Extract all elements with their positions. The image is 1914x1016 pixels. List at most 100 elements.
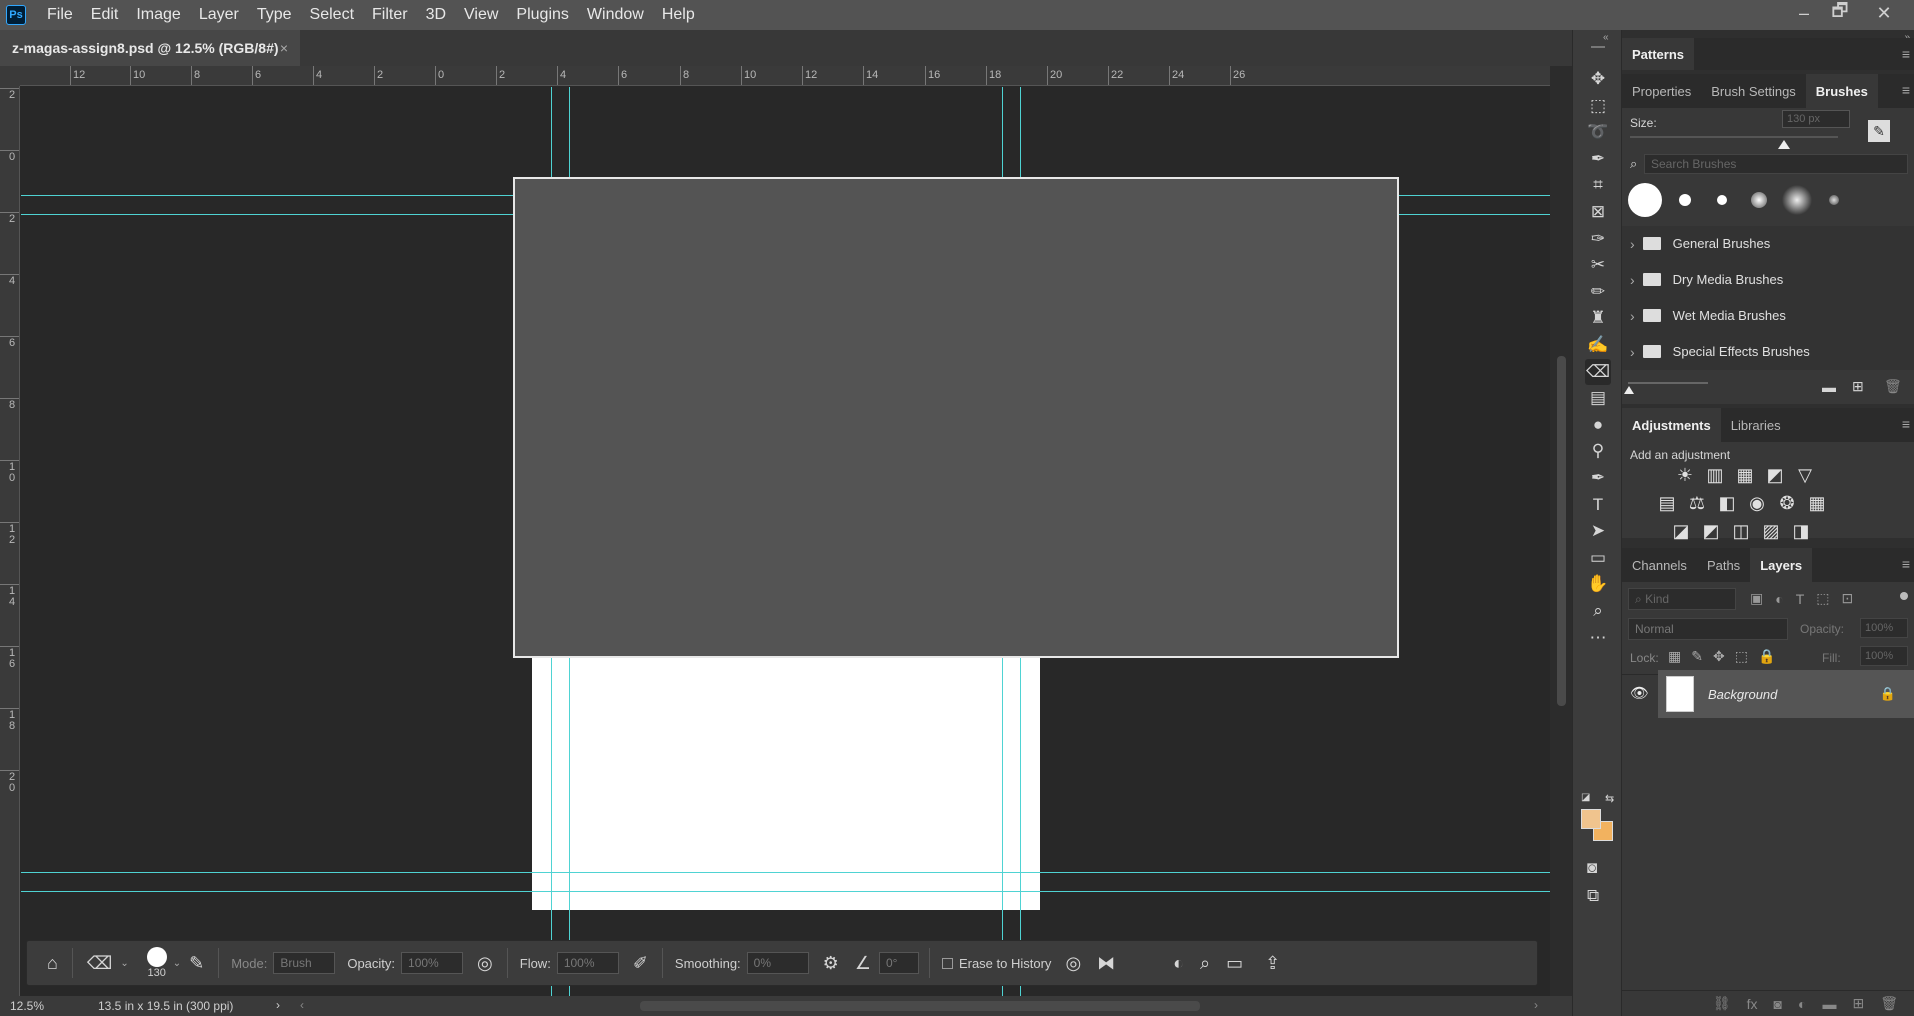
scrollbar-thumb[interactable] [1557,356,1566,706]
adjustment-icon[interactable]: ▽ [1794,464,1816,486]
tab-paths[interactable]: Paths [1697,548,1750,582]
new-folder-icon[interactable]: ▬ [1822,379,1836,395]
gray-rectangle-layer[interactable] [513,177,1399,658]
layer-lock-icon[interactable]: 🔒 [1880,686,1896,702]
horizontal-ruler[interactable]: 12 10 8 6 4 2 0 2 4 6 8 10 12 14 16 18 20 22 24 26 [20,66,1550,86]
rectangle-icon[interactable]: ▭ [1585,545,1611,571]
chevron-down-icon[interactable]: ⌄ [120,958,128,969]
zoom-level[interactable]: 12.5% [10,999,44,1013]
menu-3d[interactable]: 3D [417,0,455,30]
lock-transparent-icon[interactable]: ▦ [1668,648,1681,665]
tab-properties[interactable]: Properties [1622,74,1701,108]
eyedropper-icon[interactable]: ✑ [1585,226,1611,252]
screen-mode-icon[interactable]: ⧉ [1587,886,1599,906]
lock-image-icon[interactable]: ✎ [1691,648,1703,665]
dodge-icon[interactable]: ⚲ [1585,438,1611,464]
smoothing-input[interactable]: 0% [746,952,809,974]
search-brushes-input[interactable]: Search Brushes [1644,154,1908,174]
panel-menu-icon[interactable]: ≡ [1902,46,1910,62]
erase-to-history-control[interactable]: Erase to History [941,956,1051,971]
menu-file[interactable]: File [38,0,82,30]
link-layers-icon[interactable]: ⛓ [1713,995,1731,1012]
lock-all-icon[interactable]: 🔒 [1758,648,1775,665]
hand-icon[interactable]: ✋ [1585,571,1611,597]
pen-icon[interactable]: ✒ [1585,465,1611,491]
close-icon[interactable]: ✕ [1866,0,1902,26]
erase-history-checkbox[interactable] [941,957,953,969]
preview-size-slider[interactable] [1628,382,1708,384]
mode-select[interactable]: Brush [273,952,336,974]
healing-icon[interactable]: ✂ [1585,252,1611,278]
chevron-right-icon[interactable]: › [1630,308,1635,324]
brush-size-picker[interactable]: 130 [146,947,167,979]
home-icon[interactable]: ⌂ [47,953,58,974]
adjustment-icon[interactable]: ◩ [1764,464,1786,486]
layer-name[interactable]: Background [1708,687,1777,702]
eye-icon[interactable]: 👁 [1630,684,1649,702]
default-colors-icon[interactable]: ◪ [1581,792,1590,803]
brush-settings-icon[interactable]: ✎ [189,953,204,974]
horizontal-scrollbar-thumb[interactable] [640,1001,1200,1011]
blend-mode-select[interactable]: Normal [1628,618,1788,640]
learn-icon[interactable]: ◐ [1173,953,1184,974]
fx-icon[interactable]: fx [1747,996,1758,1012]
chevron-right-icon[interactable]: › [1630,236,1635,252]
panel-menu-icon[interactable]: ≡ [1902,556,1910,572]
document-tab[interactable]: z-magas-assign8.psd @ 12.5% (RGB/8#) × [0,30,300,66]
adjustment-icon[interactable]: ▨ [1760,520,1782,542]
size-slider-thumb[interactable] [1777,140,1790,149]
workspace-icon[interactable]: ▭ [1226,953,1243,974]
tab-patterns[interactable]: Patterns [1622,38,1695,70]
minimize-icon[interactable]: – [1786,0,1822,26]
symmetry-icon[interactable]: ⧓ [1097,953,1115,974]
layer-opacity-input[interactable]: 100% [1860,618,1908,638]
menu-select[interactable]: Select [301,0,363,30]
brush-folder[interactable]: › Special Effects Brushes [1628,334,1908,370]
adjustment-icon[interactable]: ◨ [1790,520,1812,542]
lasso-icon[interactable]: ➰ [1585,119,1611,145]
adjustment-icon[interactable]: ▦ [1806,492,1828,514]
menu-view[interactable]: View [455,0,507,30]
history-brush-icon[interactable]: ✍ [1585,332,1611,358]
adjustment-icon[interactable]: ☀ [1674,464,1696,486]
blur-icon[interactable]: ● [1585,412,1611,438]
brush-tip-icon[interactable] [1829,195,1839,205]
status-menu-arrow[interactable]: › [276,998,280,1012]
adjustment-icon[interactable]: ❂ [1776,492,1798,514]
brush-tip-icon[interactable] [1782,185,1812,215]
adjustment-icon[interactable]: ▤ [1656,492,1678,514]
quick-select-icon[interactable]: ✒ [1585,146,1611,172]
new-brush-icon[interactable]: ⊞ [1852,378,1864,395]
tab-libraries[interactable]: Libraries [1721,408,1791,442]
adjustment-icon[interactable]: ⚖ [1686,492,1708,514]
brush-folder[interactable]: › Wet Media Brushes [1628,298,1908,334]
grip-icon[interactable] [1591,46,1605,48]
menu-layer[interactable]: Layer [190,0,248,30]
eraser-icon[interactable]: ⌫ [1585,358,1611,385]
search-icon[interactable]: ⌕ [1200,953,1210,974]
brush-tip-icon[interactable] [1717,195,1727,205]
menu-edit[interactable]: Edit [82,0,128,30]
angle-input[interactable]: 0° [878,952,919,974]
brush-tip-icon[interactable] [1751,192,1767,208]
adjustment-icon[interactable]: ◫ [1730,520,1752,542]
filter-type-icon[interactable]: T [1796,591,1805,607]
path-select-icon[interactable]: ➤ [1585,518,1611,544]
zoom-icon[interactable]: ⌕ [1585,598,1611,624]
flow-input[interactable]: 100% [556,952,619,974]
filter-shape-icon[interactable]: ⬚ [1816,590,1829,607]
pressure-opacity-icon[interactable]: ◎ [477,953,493,974]
share-icon[interactable]: ⇪ [1265,953,1280,974]
stamp-icon[interactable]: ♜ [1585,305,1611,331]
adjustment-icon[interactable]: ◧ [1716,492,1738,514]
tab-channels[interactable]: Channels [1622,548,1697,582]
lock-position-icon[interactable]: ✥ [1713,648,1725,665]
filter-toggle-icon[interactable] [1900,592,1908,600]
brush-folder[interactable]: › Dry Media Brushes [1628,262,1908,298]
menu-plugins[interactable]: Plugins [507,0,577,30]
trash-icon[interactable]: 🗑 [1884,378,1902,395]
size-slider-track[interactable] [1630,136,1838,138]
adjustment-icon[interactable]: ◩ [1700,520,1722,542]
brush-tip-icon[interactable] [1679,194,1691,206]
foreground-color-swatch[interactable] [1581,809,1601,829]
